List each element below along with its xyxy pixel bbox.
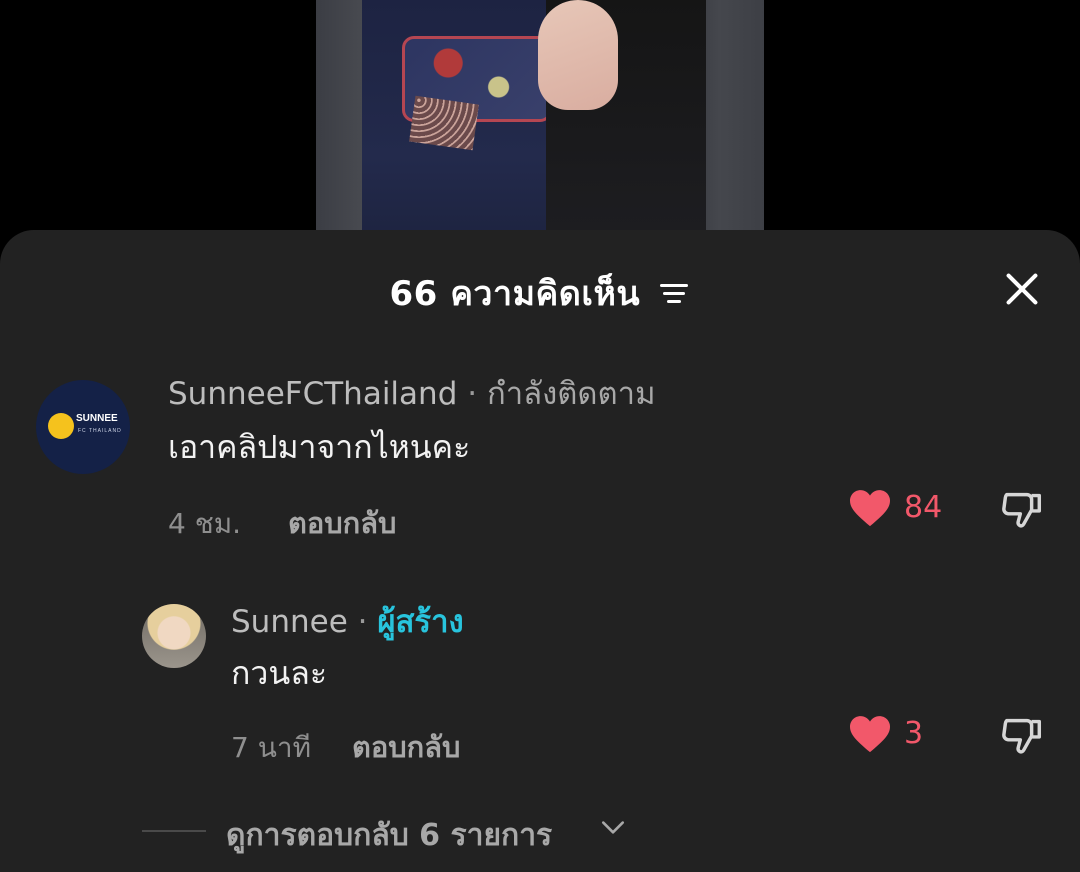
filter-icon[interactable] bbox=[660, 280, 690, 306]
comments-title[interactable]: 66 ความคิดเห็น bbox=[0, 266, 1080, 320]
comment-text: กวนละ bbox=[231, 654, 328, 692]
close-icon[interactable] bbox=[1002, 268, 1042, 308]
comments-title-label: ความคิดเห็น bbox=[450, 274, 641, 314]
avatar-brand: SUNNEE bbox=[76, 413, 118, 424]
avatar[interactable]: SUNNEE FC THAILAND bbox=[36, 380, 130, 474]
comment-time: 7 นาที bbox=[231, 731, 312, 764]
thumbs-down-icon[interactable] bbox=[1000, 486, 1046, 532]
comment-meta: Sunnee · ผู้สร้าง bbox=[231, 596, 464, 646]
comment-count: 66 bbox=[389, 274, 438, 314]
comment-time: 4 ชม. bbox=[168, 507, 242, 540]
video-frame bbox=[316, 0, 764, 260]
video-figure-pattern bbox=[409, 95, 479, 151]
reply-button[interactable]: ตอบกลับ bbox=[352, 724, 460, 770]
like-button[interactable]: 3 bbox=[848, 714, 938, 758]
video-figure-hand bbox=[538, 0, 618, 110]
comment-username[interactable]: SunneeFCThailand bbox=[168, 376, 457, 412]
comment-meta: SunneeFCThailand · กำลังติดตาม bbox=[168, 368, 656, 418]
avatar[interactable] bbox=[142, 604, 206, 668]
meta-separator: · bbox=[467, 376, 478, 412]
heart-icon bbox=[850, 716, 890, 753]
reply-button[interactable]: ตอบกลับ bbox=[288, 500, 396, 546]
comment-text: เอาคลิปมาจากไหนคะ bbox=[168, 428, 471, 466]
chevron-down-icon bbox=[601, 821, 625, 834]
like-count: 84 bbox=[904, 490, 943, 525]
divider bbox=[142, 830, 206, 832]
like-count: 3 bbox=[904, 716, 924, 751]
like-button[interactable]: 84 bbox=[848, 488, 958, 532]
comment-username[interactable]: Sunnee bbox=[231, 604, 348, 640]
avatar-brand-sub: FC THAILAND bbox=[78, 428, 122, 434]
creator-badge: ผู้สร้าง bbox=[377, 604, 464, 640]
thumbs-down-icon[interactable] bbox=[1000, 712, 1046, 758]
view-replies-label: ดูการตอบกลับ 6 รายการ bbox=[226, 818, 553, 853]
meta-separator: · bbox=[357, 604, 368, 640]
comments-sheet: 66 ความคิดเห็น SUNNEE FC THAILAND Sunnee… bbox=[0, 230, 1080, 872]
following-tag: กำลังติดตาม bbox=[486, 376, 656, 412]
sun-logo-icon bbox=[48, 413, 74, 439]
video-player[interactable] bbox=[0, 0, 1080, 260]
heart-icon bbox=[850, 490, 890, 527]
comments-header: 66 ความคิดเห็น bbox=[0, 230, 1080, 350]
